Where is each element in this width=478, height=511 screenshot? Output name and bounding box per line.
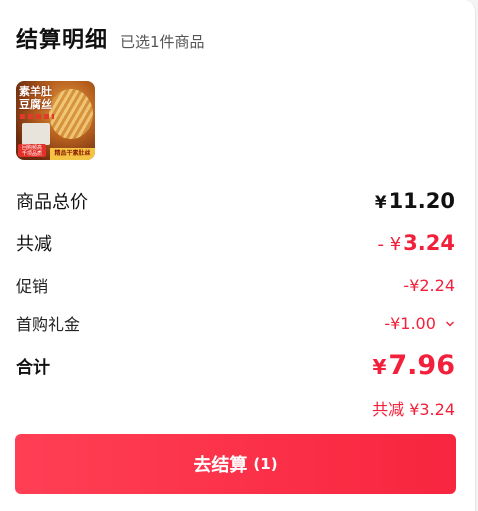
checkout-count: (1) xyxy=(253,455,278,473)
saved-value: ¥3.24 xyxy=(409,400,455,419)
selected-count: 已选1件商品 xyxy=(120,33,205,51)
promo-row: 促销 -¥2.24 xyxy=(16,273,455,297)
saved-row: 共减 ¥3.24 xyxy=(16,396,455,420)
reduction-value: - ¥3.24 xyxy=(378,231,456,255)
sum-value: ¥7.96 xyxy=(372,350,455,381)
total-price-row: 商品总价 ¥11.20 xyxy=(16,188,455,214)
panel-header: 结算明细 已选1件商品 xyxy=(16,22,205,54)
total-currency: ¥ xyxy=(374,192,387,212)
thumb-badge: 回购频高 千项品质 xyxy=(18,144,46,157)
reduction-amount: 3.24 xyxy=(403,231,455,255)
sum-row: 合计 ¥7.96 xyxy=(16,350,455,381)
reduction-prefix: - ¥ xyxy=(377,234,402,255)
saved-label: 共减 xyxy=(372,400,405,419)
thumb-title: 素羊肚豆腐丝 xyxy=(19,85,52,111)
total-amount: 11.20 xyxy=(388,189,455,213)
sum-currency: ¥ xyxy=(372,355,387,379)
thumb-dots xyxy=(20,114,54,119)
gift-value-wrap[interactable]: -¥1.00 xyxy=(384,314,455,333)
promo-value: -¥2.24 xyxy=(403,275,455,295)
reduction-row: 共减 - ¥3.24 xyxy=(16,230,455,256)
total-price-value: ¥11.20 xyxy=(375,189,455,213)
panel-title: 结算明细 xyxy=(16,28,109,53)
promo-label: 促销 xyxy=(16,277,49,296)
sum-label: 合计 xyxy=(16,358,50,378)
checkout-button[interactable]: 去结算 (1) xyxy=(15,434,456,494)
sum-amount: 7.96 xyxy=(388,350,455,381)
gift-row[interactable]: 首购礼金 -¥1.00 xyxy=(16,311,455,335)
total-price-label: 商品总价 xyxy=(16,192,88,213)
product-thumbnail[interactable]: 素羊肚豆腐丝 回购频高 千项品质 精品干素肚丝 xyxy=(16,81,95,160)
checkout-label: 去结算 xyxy=(193,455,248,476)
checkout-summary-panel: 结算明细 已选1件商品 素羊肚豆腐丝 回购频高 千项品质 精品干素肚丝 商品总价… xyxy=(0,0,476,511)
gift-label: 首购礼金 xyxy=(16,315,81,334)
package-image xyxy=(22,123,50,145)
saved-note: 共减 ¥3.24 xyxy=(372,396,455,420)
thumb-banner: 精品干素肚丝 xyxy=(50,148,95,160)
noodle-image xyxy=(49,89,93,139)
reduction-label: 共减 xyxy=(16,234,52,255)
chevron-down-icon[interactable] xyxy=(445,319,455,329)
gift-value: -¥1.00 xyxy=(384,313,436,333)
